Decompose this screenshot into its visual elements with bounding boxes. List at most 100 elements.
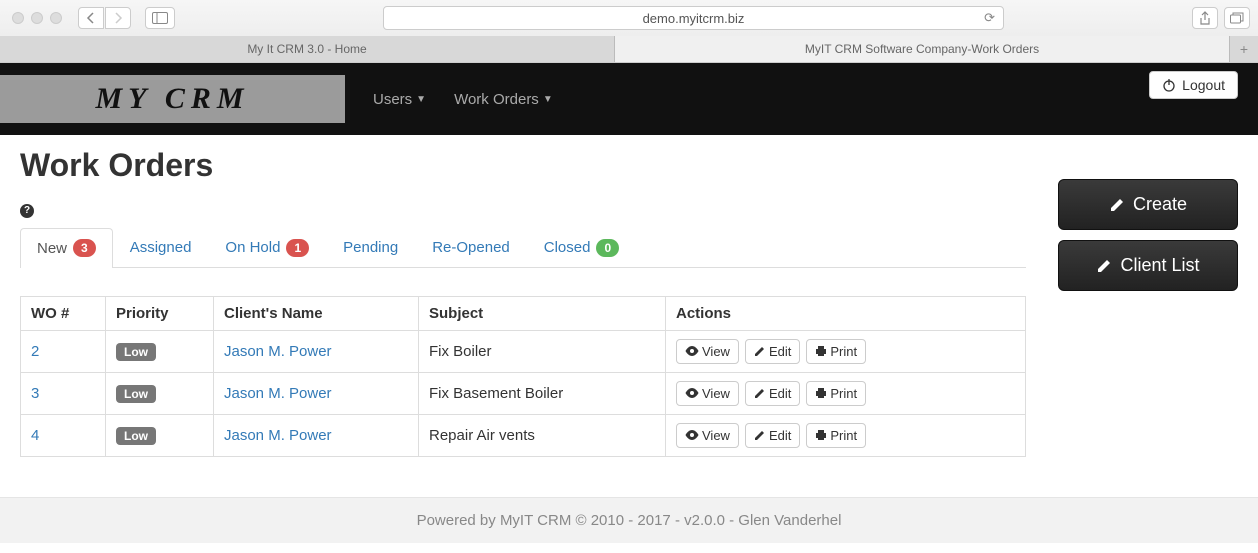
chevron-right-icon: [113, 12, 123, 24]
col-wo: WO #: [21, 296, 106, 330]
subject-cell: Repair Air vents: [419, 414, 666, 456]
nav-workorders-label: Work Orders: [454, 91, 539, 108]
share-icon: [1199, 11, 1211, 25]
client-link[interactable]: Jason M. Power: [224, 385, 332, 402]
browser-chrome: demo.myitcrm.biz ⟳ My It CRM 3.0 - Home …: [0, 0, 1258, 63]
table-header-row: WO # Priority Client's Name Subject Acti…: [21, 296, 1026, 330]
table-row: 3 Low Jason M. Power Fix Basement Boiler Vie…: [21, 372, 1026, 414]
nav-users-dropdown[interactable]: Users ▼: [373, 91, 426, 108]
action-cell: ViewEditPrint: [676, 423, 1015, 448]
print-button[interactable]: Print: [806, 423, 866, 448]
browser-tab-1[interactable]: MyIT CRM Software Company-Work Orders: [615, 36, 1230, 62]
pencil-icon: [1096, 258, 1112, 274]
view-button[interactable]: View: [676, 339, 739, 364]
tab-onhold[interactable]: On Hold 1: [208, 228, 326, 267]
share-button[interactable]: [1192, 7, 1218, 29]
logout-button[interactable]: Logout: [1149, 71, 1238, 99]
col-actions: Actions: [666, 296, 1026, 330]
create-button[interactable]: Create: [1058, 179, 1238, 230]
tab-pending[interactable]: Pending: [326, 228, 415, 267]
tab-reopened[interactable]: Re-Opened: [415, 228, 527, 267]
browser-tabs: My It CRM 3.0 - Home MyIT CRM Software C…: [0, 36, 1258, 62]
client-link[interactable]: Jason M. Power: [224, 427, 332, 444]
nav-users-label: Users: [373, 91, 412, 108]
forward-button[interactable]: [105, 7, 131, 29]
eye-icon: [685, 430, 699, 440]
nav-buttons: [78, 7, 131, 29]
help-icon[interactable]: ?: [20, 204, 34, 218]
print-icon: [815, 429, 827, 441]
url-bar[interactable]: demo.myitcrm.biz ⟳: [383, 6, 1004, 30]
caret-down-icon: ▼: [543, 94, 553, 105]
print-icon: [815, 345, 827, 357]
tab-label: Closed: [544, 239, 591, 256]
main-area: Work Orders ? New 3 Assigned On Hold 1 P…: [20, 147, 1026, 457]
subject-cell: Fix Boiler: [419, 330, 666, 372]
tab-badge: 0: [596, 239, 619, 257]
edit-button[interactable]: Edit: [745, 423, 800, 448]
reload-button[interactable]: ⟳: [984, 10, 995, 26]
traffic-lights: [8, 12, 70, 24]
tab-label: Re-Opened: [432, 239, 510, 256]
toolbar-right-buttons: [1192, 7, 1250, 29]
nav-workorders-dropdown[interactable]: Work Orders ▼: [454, 91, 553, 108]
col-subject: Subject: [419, 296, 666, 330]
logout-label: Logout: [1182, 77, 1225, 93]
client-link[interactable]: Jason M. Power: [224, 343, 332, 360]
col-priority: Priority: [106, 296, 214, 330]
create-label: Create: [1133, 194, 1187, 215]
wo-link[interactable]: 4: [31, 427, 39, 444]
pencil-icon: [754, 429, 766, 441]
action-cell: ViewEditPrint: [676, 339, 1015, 364]
pencil-icon: [754, 387, 766, 399]
chevron-left-icon: [86, 12, 96, 24]
edit-button[interactable]: Edit: [745, 381, 800, 406]
sidebar-toggle-button[interactable]: [145, 7, 175, 29]
print-button[interactable]: Print: [806, 339, 866, 364]
tab-assigned[interactable]: Assigned: [113, 228, 209, 267]
tabs: New 3 Assigned On Hold 1 Pending Re-Open…: [20, 228, 1026, 268]
client-list-button[interactable]: Client List: [1058, 240, 1238, 291]
table-row: 2LowJason M. PowerFix BoilerViewEditPrin…: [21, 330, 1026, 372]
footer-text: Powered by MyIT CRM © 2010 - 2017 - v2.0…: [417, 512, 842, 529]
sidebar-icon: [152, 12, 168, 24]
minimize-window-button[interactable]: [31, 12, 43, 24]
tab-label: Assigned: [130, 239, 192, 256]
new-tab-button[interactable]: +: [1230, 36, 1258, 62]
action-cell: ViewEditPrint: [676, 381, 1015, 406]
browser-tab-0[interactable]: My It CRM 3.0 - Home: [0, 36, 615, 62]
edit-button[interactable]: Edit: [745, 339, 800, 364]
priority-badge: Low: [116, 385, 156, 403]
content: Work Orders ? New 3 Assigned On Hold 1 P…: [0, 135, 1258, 497]
subject-cell: Fix Basement Boiler: [419, 372, 666, 414]
col-client: Client's Name: [214, 296, 419, 330]
eye-icon: [685, 346, 699, 356]
maximize-window-button[interactable]: [50, 12, 62, 24]
page-title: Work Orders: [20, 147, 1026, 184]
tabs-button[interactable]: [1224, 7, 1250, 29]
priority-badge: Low: [116, 427, 156, 445]
wo-link[interactable]: 2: [31, 343, 39, 360]
tabs-icon: [1230, 12, 1244, 24]
tab-badge: 1: [286, 239, 309, 257]
navbar: MY CRM Users ▼ Work Orders ▼ Logout: [0, 63, 1258, 135]
print-button[interactable]: Print: [806, 381, 866, 406]
browser-toolbar: demo.myitcrm.biz ⟳: [0, 0, 1258, 36]
wo-link[interactable]: 3: [31, 385, 39, 402]
view-button[interactable]: View: [676, 381, 739, 406]
brand-logo[interactable]: MY CRM: [0, 75, 345, 123]
back-button[interactable]: [78, 7, 104, 29]
print-icon: [815, 387, 827, 399]
pencil-icon: [754, 345, 766, 357]
tab-new[interactable]: New 3: [20, 228, 113, 268]
side-actions: Create Client List: [1058, 147, 1238, 301]
power-icon: [1162, 78, 1176, 92]
tab-label: New: [37, 240, 67, 257]
nav-menu: Users ▼ Work Orders ▼: [373, 63, 553, 135]
tab-closed[interactable]: Closed 0: [527, 228, 636, 267]
view-button[interactable]: View: [676, 423, 739, 448]
client-list-label: Client List: [1120, 255, 1199, 276]
tab-label: Pending: [343, 239, 398, 256]
close-window-button[interactable]: [12, 12, 24, 24]
eye-icon: [685, 388, 699, 398]
